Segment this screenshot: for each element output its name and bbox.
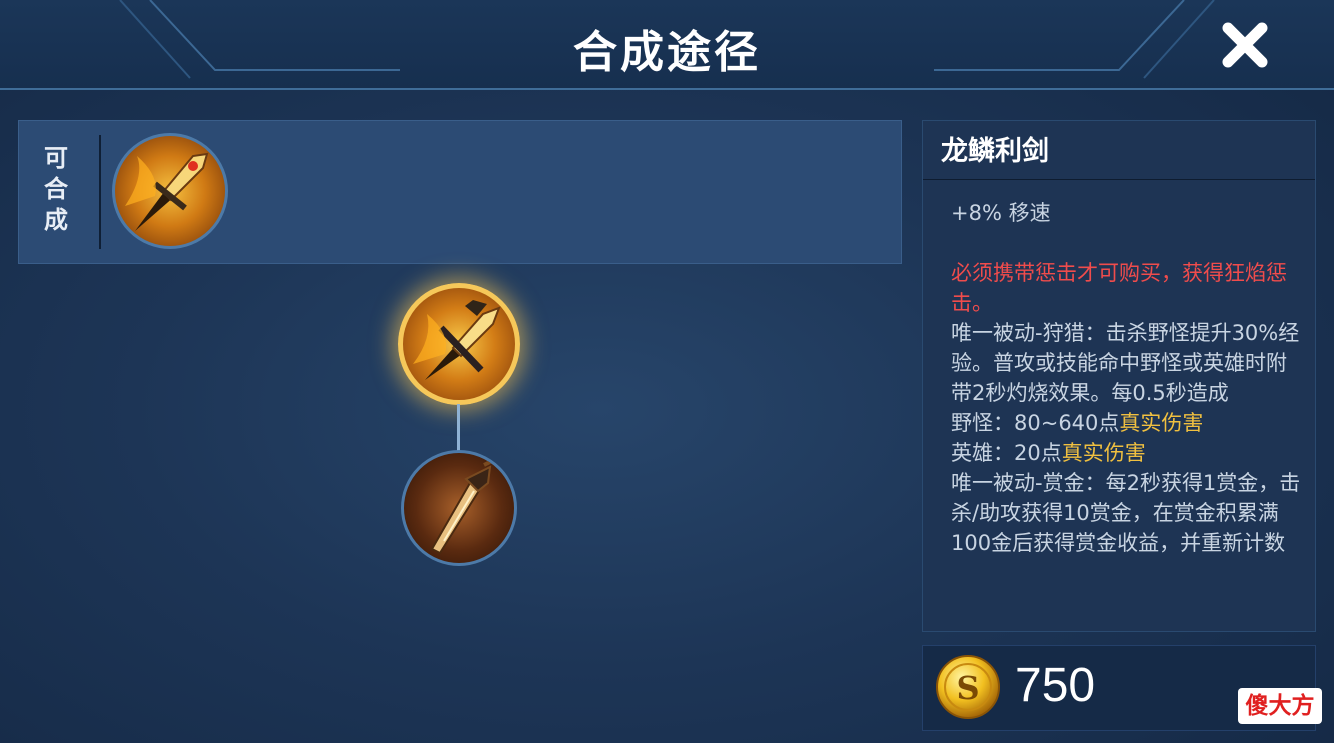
true-damage-highlight: 真实伤害 bbox=[1061, 441, 1146, 465]
item-passive-description: 唯一被动-狩猎：击杀野怪提升30%经验。普攻或技能命中野怪或英雄时附带2秒灼烧效… bbox=[951, 318, 1303, 558]
header-bar: 合成途径 bbox=[0, 0, 1334, 90]
tree-item-dragon-sword[interactable] bbox=[398, 283, 520, 405]
dragon-scale-sword-icon bbox=[125, 152, 209, 231]
tree-connector bbox=[457, 404, 460, 452]
composable-label: 可合成 bbox=[44, 144, 68, 234]
composable-divider bbox=[99, 135, 101, 249]
item-purchase-warning: 必须携带惩击才可购买，获得狂焰惩击。 bbox=[951, 261, 1287, 315]
svg-text:S: S bbox=[956, 669, 979, 707]
monster-damage-text: 野怪：80~640点 bbox=[951, 411, 1120, 435]
hunting-dagger-icon bbox=[430, 457, 497, 555]
page-title: 合成途径 bbox=[573, 27, 761, 78]
watermark-label: 傻大方 bbox=[1238, 688, 1322, 724]
synthesis-path-screen: 合成途径 可合成 龙鳞利剑 +8% 移速 必须携带惩击才可购买，获得狂焰惩击。 … bbox=[0, 0, 1334, 743]
tree-item-hunting-dagger[interactable] bbox=[401, 450, 517, 566]
hero-damage-text: 英雄：20点 bbox=[951, 441, 1062, 465]
true-damage-highlight: 真实伤害 bbox=[1119, 411, 1204, 435]
composable-panel: 可合成 bbox=[18, 120, 902, 264]
composable-item-dragon-sword[interactable] bbox=[112, 133, 228, 249]
close-button[interactable] bbox=[1214, 14, 1276, 76]
price-value: 750 bbox=[1015, 659, 1096, 712]
item-name: 龙鳞利剑 bbox=[941, 136, 1049, 167]
detail-divider bbox=[923, 179, 1315, 180]
passive-hunt-text: 唯一被动-狩猎：击杀野怪提升30%经验。普攻或技能命中野怪或英雄时附带2秒灼烧效… bbox=[951, 321, 1300, 405]
item-stat: +8% 移速 bbox=[951, 201, 1051, 225]
gold-coin-icon: S bbox=[936, 655, 1000, 719]
close-x-icon bbox=[1222, 22, 1268, 68]
item-detail-panel: 龙鳞利剑 +8% 移速 必须携带惩击才可购买，获得狂焰惩击。 唯一被动-狩猎：击… bbox=[922, 120, 1316, 632]
passive-bounty-text: 唯一被动-赏金：每2秒获得1赏金，击杀/助攻获得10赏金，在赏金积累满100金后… bbox=[951, 471, 1301, 555]
dragon-scale-sword-icon bbox=[413, 300, 501, 380]
